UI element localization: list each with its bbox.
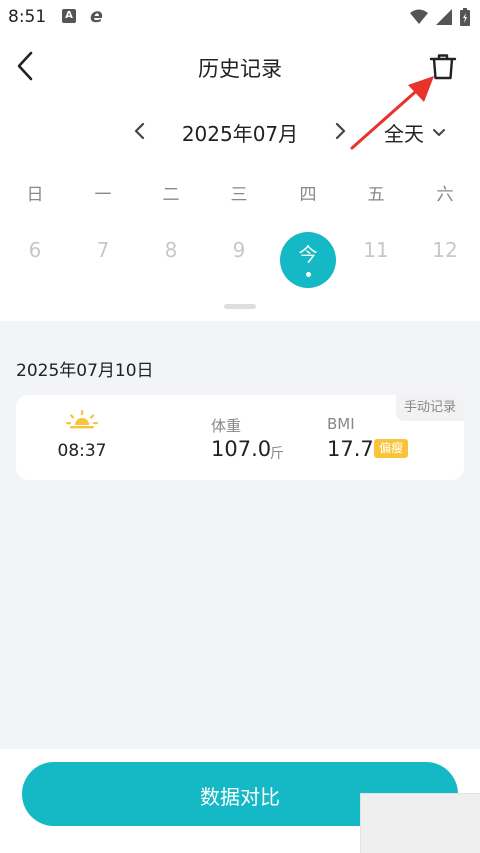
time-range-label: 全天 (384, 122, 424, 146)
chevron-right-icon (335, 122, 346, 140)
bmi-label: BMI (327, 415, 355, 433)
today-label: 今 (298, 244, 318, 266)
date-cell[interactable]: 6 (15, 238, 55, 262)
date-cell[interactable]: 11 (356, 238, 396, 262)
weekday-fri: 五 (367, 185, 385, 205)
status-time: 8:51 (8, 7, 47, 27)
weekday-header: 日 一 二 三 四 五 六 (0, 180, 480, 208)
next-month-button[interactable] (328, 118, 354, 144)
status-bar: 8:51 A e (0, 0, 480, 34)
today-date-selected[interactable]: 今 (280, 232, 336, 288)
weekday-sun: 日 (26, 185, 44, 205)
notification-a-icon: A (62, 9, 76, 23)
chevron-down-icon (433, 128, 445, 136)
chevron-left-icon (134, 122, 145, 140)
wifi-icon (410, 9, 428, 24)
bmi-value: 17.7 (327, 437, 374, 461)
sunrise-icon (66, 410, 98, 429)
date-cell[interactable]: 7 (83, 238, 123, 262)
weekday-mon: 一 (94, 185, 112, 205)
record-card[interactable]: 手动记录 08:37 体重 107.0 斤 BMI 17.7 偏瘦 (16, 395, 464, 480)
weight-value: 107.0 (211, 437, 272, 461)
bottom-bar: 数据对比 (0, 749, 480, 853)
weekday-wed: 三 (230, 185, 248, 205)
record-dot-indicator (306, 272, 311, 277)
corner-overlay (360, 793, 480, 853)
weekday-tue: 二 (162, 185, 180, 205)
month-label: 2025年07月 (181, 122, 299, 146)
bmi-status-badge: 偏瘦 (374, 439, 409, 458)
records-list: 2025年07月10日 手动记录 08:37 体重 107.0 斤 BMI 17… (0, 321, 480, 749)
weight-unit: 斤 (270, 446, 284, 462)
status-icons (410, 8, 470, 26)
month-navigation: 2025年07月 全天 (0, 108, 480, 154)
record-source-tag: 手动记录 (395, 395, 464, 421)
record-time: 08:37 (57, 441, 107, 461)
week-dates: 6 7 8 9 今 11 12 (0, 232, 480, 288)
date-cell[interactable]: 12 (425, 238, 465, 262)
battery-icon (460, 8, 470, 26)
time-range-select[interactable]: 全天 (384, 118, 446, 147)
prev-month-button[interactable] (126, 118, 152, 144)
weekday-thu: 四 (299, 185, 317, 205)
drag-handle[interactable] (224, 304, 256, 309)
date-cell[interactable]: 8 (151, 238, 191, 262)
date-cell[interactable]: 9 (219, 238, 259, 262)
record-date-heading: 2025年07月10日 (16, 361, 154, 381)
weekday-sat: 六 (436, 185, 454, 205)
weight-label: 体重 (211, 417, 242, 435)
signal-icon (436, 9, 452, 25)
browser-notification-icon: e (90, 5, 103, 27)
